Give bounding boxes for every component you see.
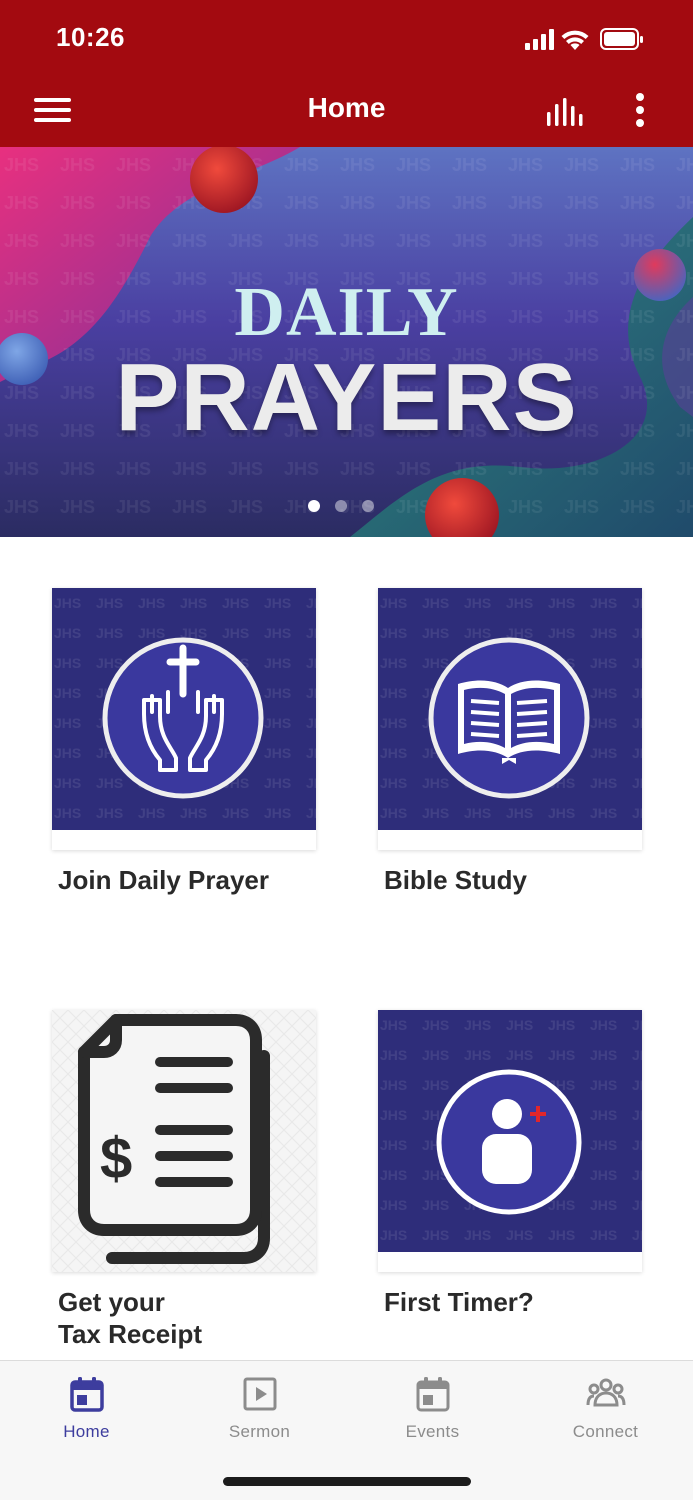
nav-label-connect: Connect: [572, 1422, 639, 1441]
carousel-dot-active[interactable]: [308, 500, 320, 512]
more-vertical-icon: [636, 93, 644, 127]
nav-item-home[interactable]: Home: [0, 1361, 173, 1461]
nav-item-connect[interactable]: Connect: [519, 1361, 692, 1461]
card-image: JHS: [52, 588, 316, 850]
app-bar: 10:26 Home: [0, 0, 693, 147]
calendar-icon: [70, 1377, 104, 1412]
wifi-icon: [561, 30, 589, 50]
card-label: First Timer?: [384, 1287, 534, 1317]
card-label: Get your Tax Receipt: [58, 1287, 203, 1349]
nav-item-events[interactable]: Events: [346, 1361, 519, 1461]
banner-title-line2: PRAYERS: [115, 344, 578, 451]
banner-carousel[interactable]: JHS DAILY PRAYERS: [0, 147, 693, 537]
nav-label-home: Home: [63, 1422, 110, 1441]
card-artwork: $: [52, 1010, 316, 1272]
carousel-dot[interactable]: [362, 500, 374, 512]
group-people-icon: [586, 1378, 626, 1407]
card-artwork: [378, 1010, 642, 1272]
nav-label-events: Events: [405, 1422, 460, 1441]
nav-item-sermon[interactable]: Sermon: [173, 1361, 346, 1461]
equalizer-icon: [547, 98, 583, 126]
card-image: [378, 1010, 642, 1272]
card-artwork: JHS: [52, 588, 316, 850]
card-label: Bible Study: [384, 865, 528, 895]
card-tax-receipt[interactable]: $ Get your Tax Receipt: [52, 1010, 316, 1349]
card-bible-study[interactable]: Bible Study: [378, 588, 642, 895]
more-options-button[interactable]: [620, 88, 660, 132]
banner-title-line1: DAILY: [234, 274, 459, 351]
card-label: Join Daily Prayer: [58, 865, 269, 895]
card-first-timer[interactable]: First Timer?: [378, 1010, 642, 1317]
battery-icon: [600, 28, 643, 50]
play-video-icon: [243, 1377, 277, 1411]
status-time: 10:26: [56, 22, 125, 52]
carousel-pagination: [306, 500, 386, 514]
audio-player-button[interactable]: [540, 92, 592, 130]
nav-label-sermon: Sermon: [228, 1422, 291, 1441]
carousel-dot[interactable]: [335, 500, 347, 512]
card-join-daily-prayer[interactable]: JHS Join Daily Prayer: [52, 588, 316, 895]
card-artwork: [378, 588, 642, 850]
cellular-signal-icon: [525, 29, 554, 50]
status-icons: [525, 28, 643, 50]
calendar-icon: [416, 1377, 450, 1412]
card-image: [378, 588, 642, 850]
home-indicator[interactable]: [223, 1477, 471, 1486]
dollar-sign-icon: $: [100, 1126, 132, 1191]
card-image: $: [52, 1010, 316, 1272]
